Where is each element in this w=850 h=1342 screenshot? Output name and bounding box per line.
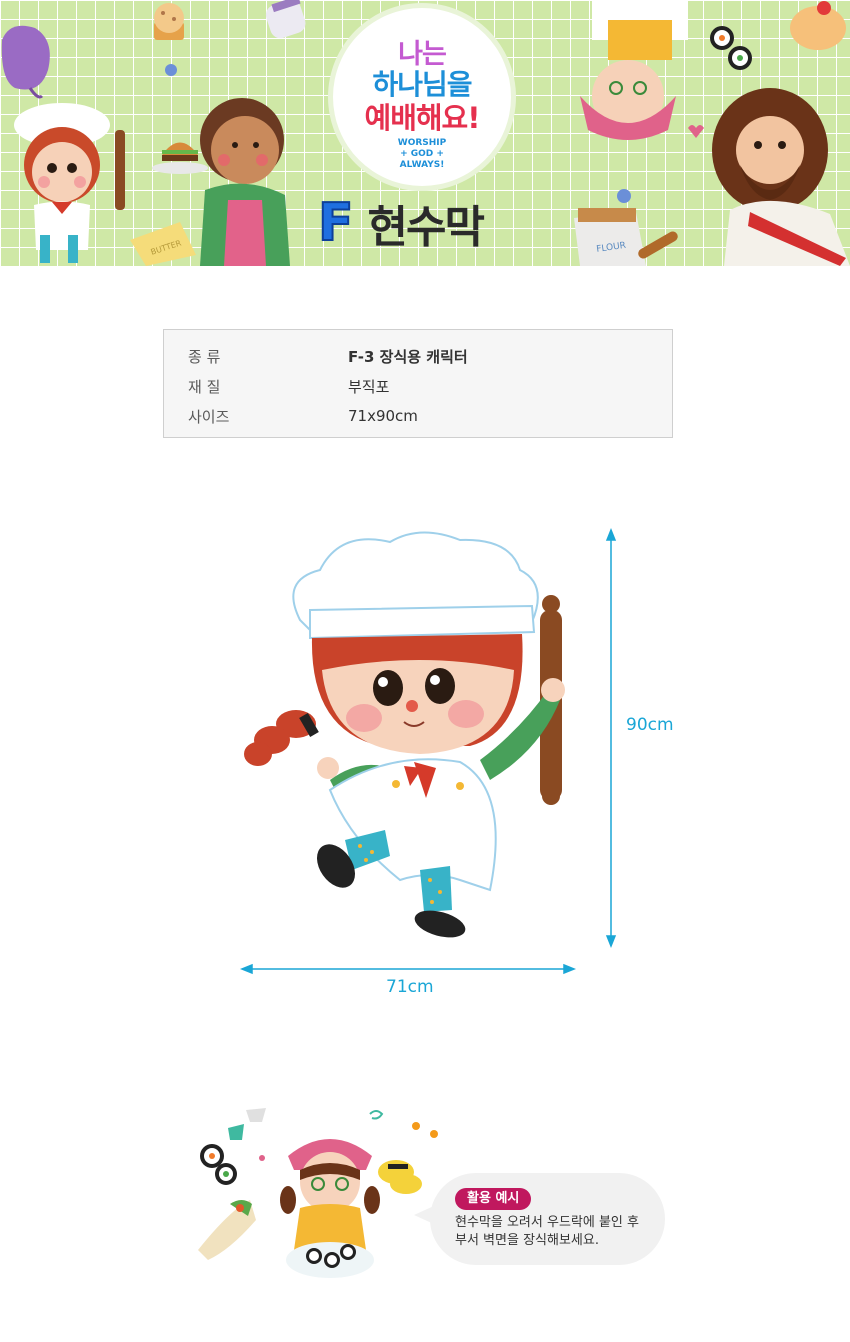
dot-icon [412,1122,420,1130]
chef-girl-icon [14,103,125,263]
usage-illustration [198,1108,438,1278]
usage-badge: 활용 예시 [455,1188,532,1210]
info-value: 부직포 [348,377,390,396]
info-label: 재 질 [188,377,221,396]
header-banner: BUTTER FLOUR 나는 하나님을 예배해요! WORSHIP + GOD… [0,0,850,266]
cupcake-liner-icon [228,1108,266,1140]
product-info-table: 종 류 F-3 장식용 캐릭터 재 질 부직포 사이즈 71x90cm [163,329,673,438]
yubu-sushi-icon [378,1160,422,1194]
height-dimension-label: 90cm [626,715,674,735]
salt-shaker-icon [265,0,306,39]
sushi-icon [710,26,752,70]
chef-girl-character [244,531,565,938]
swirl-icon [369,1110,384,1120]
character-dimension-figure [239,527,617,975]
logo-title-line3: 예배해요! [364,101,481,135]
info-value: F-3 장식용 캐릭터 [348,347,468,366]
info-value: 71x90cm [348,407,418,425]
logo-en-line1: WORSHIP [397,138,447,148]
girl-with-kimbap-icon [280,1139,380,1278]
width-dimension-label: 71cm [386,977,434,997]
oven-mitt-icon [1,25,50,99]
width-dimension-arrow [239,963,577,975]
title-word: 현수막 [367,202,485,253]
info-row-size: 사이즈 71x90cm [164,401,672,431]
usage-bubble-tail [414,1205,436,1225]
muffin-icon [154,3,184,40]
event-logo: 나는 하나님을 예배해요! WORSHIP + GOD + ALWAYS! [333,8,511,186]
dot-icon [617,189,631,203]
info-label: 종 류 [188,347,221,366]
logo-en-line2: + GOD + [400,149,444,159]
kimbap-icon [200,1144,237,1185]
info-row-material: 재 질 부직포 [164,371,672,401]
heart-icon [688,125,704,138]
info-label: 사이즈 [188,407,230,426]
dot-icon [165,64,177,76]
info-row-type: 종 류 F-3 장식용 캐릭터 [164,341,672,371]
logo-en-line3: ALWAYS! [399,160,445,170]
burrito-icon [198,1200,256,1260]
flour-bag-icon [574,208,678,266]
girl-with-kimbap-icon [580,0,688,140]
title-letter: F [317,192,355,254]
height-dimension-arrow [605,527,617,949]
cake-icon [790,1,846,50]
page-title: F 현수막 [317,192,485,254]
logo-english-text: WORSHIP + GOD + ALWAYS! [333,138,511,171]
jesus-icon [712,88,850,266]
dot-icon [430,1130,438,1138]
dot-icon [259,1155,265,1161]
usage-description: 현수막을 오려서 우드락에 붙인 후 부서 벽면을 장식해보세요. [455,1215,639,1248]
